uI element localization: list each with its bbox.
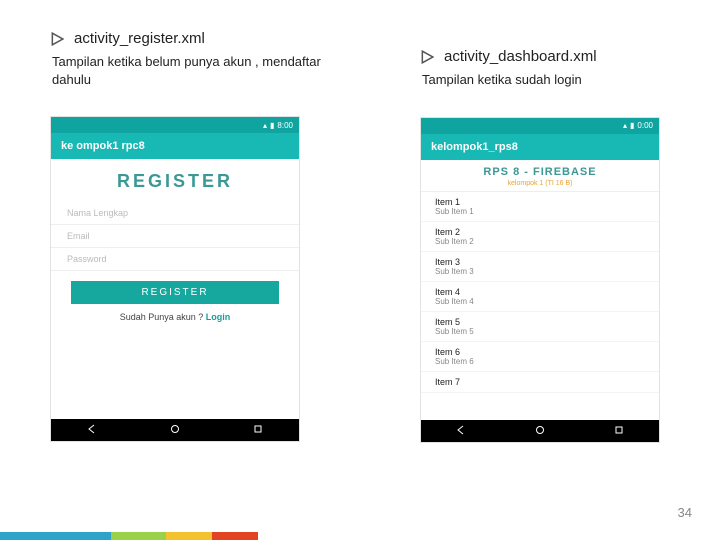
item-title: Item 2	[435, 227, 645, 237]
page-number: 34	[678, 505, 692, 520]
name-field[interactable]: Nama Lengkap	[51, 202, 299, 225]
banner-title: RPS 8 - FIREBASE	[421, 166, 659, 178]
register-title: REGISTER	[51, 171, 299, 192]
dashboard-banner: RPS 8 - FIREBASE kelompok 1 (TI 16 B)	[421, 160, 659, 192]
triangle-icon	[50, 32, 64, 46]
have-account-text: Sudah Punya akun ?	[120, 312, 204, 322]
signal-icon: ▴	[623, 121, 627, 130]
battery-icon: ▮	[270, 121, 274, 130]
phone-dashboard: ▴ ▮ 0:00 kelompok1_rps8 RPS 8 - FIREBASE…	[420, 117, 660, 443]
item-title: Item 3	[435, 257, 645, 267]
appbar-register: ke ompok1 rpc8	[51, 133, 299, 159]
signal-icon: ▴	[263, 121, 267, 130]
item-subtitle: Sub Item 4	[435, 297, 645, 306]
item-title: Item 7	[435, 377, 645, 387]
email-field[interactable]: Email	[51, 225, 299, 248]
left-column: activity_register.xml Tampilan ketika be…	[50, 30, 330, 443]
banner-subtitle: kelompok 1 (TI 16 B)	[421, 180, 659, 187]
back-icon[interactable]	[87, 421, 97, 439]
left-heading: activity_register.xml	[50, 30, 330, 47]
list-item[interactable]: Item 5Sub Item 5	[421, 312, 659, 342]
android-navbar	[421, 420, 659, 442]
item-subtitle: Sub Item 2	[435, 237, 645, 246]
item-title: Item 5	[435, 317, 645, 327]
statusbar-time: 0:00	[637, 121, 653, 130]
register-button[interactable]: REGISTER	[71, 281, 279, 304]
home-icon[interactable]	[170, 421, 180, 439]
right-column: activity_dashboard.xml Tampilan ketika s…	[420, 30, 680, 443]
triangle-icon	[420, 50, 434, 64]
dashboard-body: RPS 8 - FIREBASE kelompok 1 (TI 16 B) It…	[421, 160, 659, 420]
item-subtitle: Sub Item 3	[435, 267, 645, 276]
login-prompt: Sudah Punya akun ? Login	[51, 312, 299, 322]
right-description: Tampilan ketika sudah login	[422, 71, 680, 89]
statusbar: ▴ ▮ 8:00	[51, 117, 299, 133]
list-item[interactable]: Item 6Sub Item 6	[421, 342, 659, 372]
register-body: REGISTER Nama Lengkap Email Password REG…	[51, 159, 299, 419]
home-icon[interactable]	[535, 422, 545, 440]
password-field[interactable]: Password	[51, 248, 299, 271]
phone-register: ▴ ▮ 8:00 ke ompok1 rpc8 REGISTER Nama Le…	[50, 116, 300, 442]
item-subtitle: Sub Item 6	[435, 357, 645, 366]
item-subtitle: Sub Item 5	[435, 327, 645, 336]
list-item[interactable]: Item 4Sub Item 4	[421, 282, 659, 312]
appbar-dashboard: kelompok1_rps8	[421, 134, 659, 160]
recents-icon[interactable]	[253, 421, 263, 439]
left-file-title: activity_register.xml	[74, 30, 205, 47]
list-item[interactable]: Item 7	[421, 372, 659, 393]
item-title: Item 1	[435, 197, 645, 207]
statusbar-time: 8:00	[277, 121, 293, 130]
right-file-title: activity_dashboard.xml	[444, 48, 597, 65]
item-title: Item 4	[435, 287, 645, 297]
footer-color-bar	[0, 532, 720, 540]
item-subtitle: Sub Item 1	[435, 207, 645, 216]
battery-icon: ▮	[630, 121, 634, 130]
dashboard-list: Item 1Sub Item 1Item 2Sub Item 2Item 3Su…	[421, 192, 659, 393]
item-title: Item 6	[435, 347, 645, 357]
back-icon[interactable]	[456, 422, 466, 440]
recents-icon[interactable]	[614, 422, 624, 440]
android-navbar	[51, 419, 299, 441]
list-item[interactable]: Item 1Sub Item 1	[421, 192, 659, 222]
list-item[interactable]: Item 3Sub Item 3	[421, 252, 659, 282]
login-link[interactable]: Login	[206, 312, 231, 322]
statusbar: ▴ ▮ 0:00	[421, 118, 659, 134]
right-heading: activity_dashboard.xml	[420, 48, 680, 65]
left-description: Tampilan ketika belum punya akun , menda…	[52, 53, 330, 88]
list-item[interactable]: Item 2Sub Item 2	[421, 222, 659, 252]
